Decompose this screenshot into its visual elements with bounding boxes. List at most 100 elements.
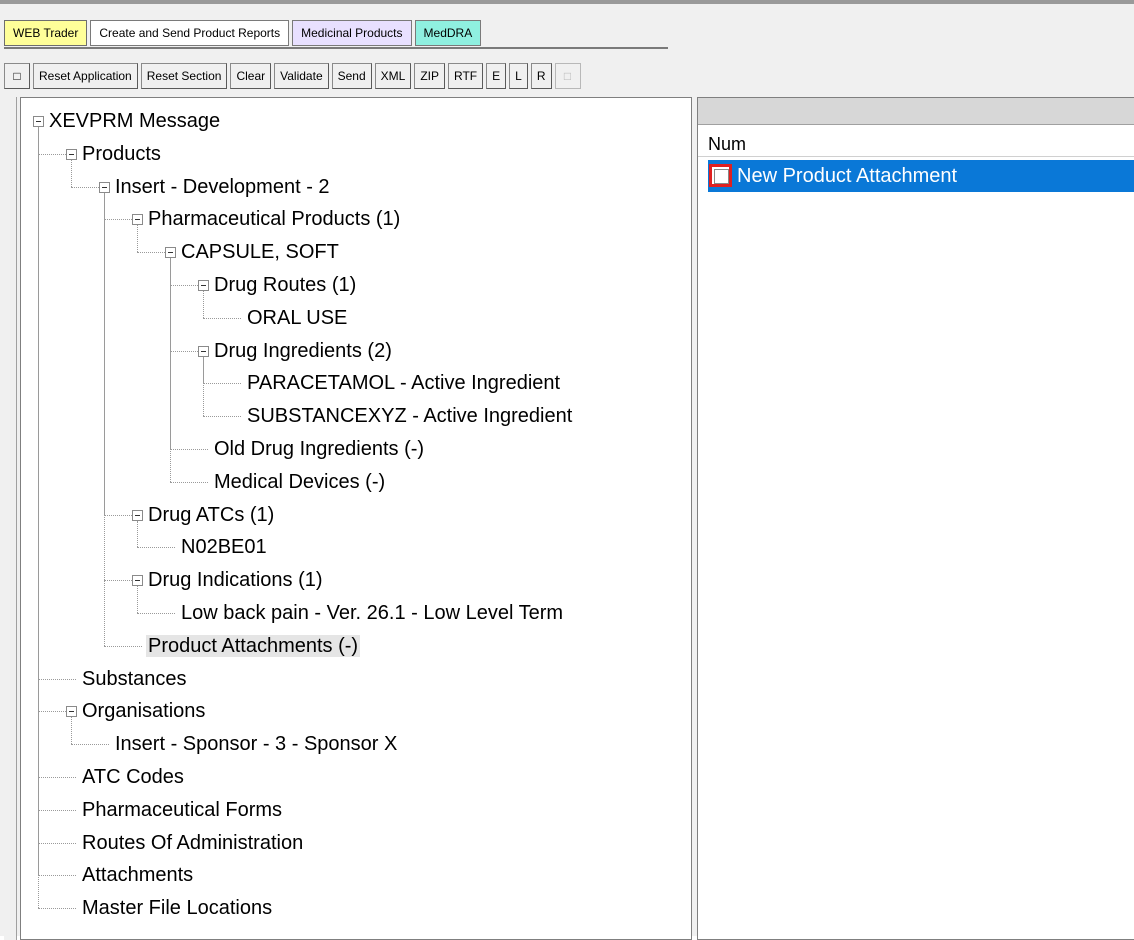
tree-node[interactable]: Pharmaceutical Products (1) — [146, 204, 402, 234]
tree-node[interactable]: Substances — [80, 664, 189, 694]
tree-connector — [203, 383, 241, 385]
tab-meddra[interactable]: MedDRA — [414, 20, 482, 46]
tree-node-label: ATC Codes — [82, 766, 184, 788]
tree-connector — [104, 514, 132, 516]
tree-connector — [38, 842, 76, 844]
tree-connector — [71, 159, 72, 187]
tree-node[interactable]: Insert - Sponsor - 3 - Sponsor X — [113, 729, 399, 759]
tree-node-label: PARACETAMOL - Active Ingredient — [247, 372, 561, 395]
tree-node[interactable]: Low back pain - Ver. 26.1 - Low Level Te… — [179, 598, 565, 628]
tree-node-label: Drug Ingredients (2) — [214, 339, 392, 362]
l-button[interactable]: L — [509, 63, 528, 89]
collapse-toggle-icon[interactable] — [165, 247, 176, 259]
tree-node[interactable]: N02BE01 — [179, 532, 269, 562]
zip-button[interactable]: ZIP — [414, 63, 446, 89]
tree-connector — [170, 258, 171, 482]
tree-connector — [71, 186, 99, 188]
tree-node[interactable]: Products — [80, 139, 163, 169]
tree-node[interactable]: SUBSTANCEXYZ - Active Ingredient — [245, 401, 574, 431]
tree-node[interactable]: Attachments — [80, 860, 195, 890]
validate-button[interactable]: Validate — [274, 63, 329, 89]
list-item-label: New Product Attachment — [737, 165, 958, 187]
tree-connector — [38, 908, 76, 910]
tree-node[interactable]: ATC Codes — [80, 762, 186, 792]
collapse-toggle-icon[interactable] — [132, 509, 143, 521]
message-tree: XEVPRM Message Products Insert - Developme… — [20, 97, 692, 940]
tree-connector — [71, 717, 72, 745]
tree-connector — [104, 580, 132, 582]
tree-node[interactable]: Master File Locations — [80, 893, 274, 923]
collapse-toggle-icon[interactable] — [66, 706, 77, 718]
xml-button[interactable]: XML — [374, 63, 412, 89]
disabled-square-button[interactable]: □ — [554, 63, 581, 89]
tree-node-label: Master File Locations — [82, 897, 273, 920]
tree-node[interactable]: XEVPRM Message — [47, 106, 222, 136]
tree-connector — [137, 520, 138, 548]
tree-connector — [203, 356, 204, 417]
tree-node[interactable]: Medical Devices (-) — [212, 467, 387, 497]
list-item[interactable]: New Product Attachment — [708, 160, 1134, 192]
tree-node-label: Attachments — [82, 864, 194, 887]
tree-node[interactable]: Routes Of Administration — [80, 828, 305, 858]
tree-node[interactable]: Organisations — [80, 696, 207, 726]
tree-connector — [104, 192, 105, 646]
tree-connector — [137, 252, 165, 254]
tree-node[interactable]: PARACETAMOL - Active Ingredient — [245, 368, 562, 398]
tree-node[interactable]: Drug Routes (1) — [212, 270, 358, 300]
tree-node-label: Medical Devices (-) — [214, 470, 386, 493]
collapse-toggle-icon[interactable] — [99, 181, 110, 193]
tab-medicinal-products[interactable]: Medicinal Products — [292, 20, 412, 46]
tree-node[interactable]: Drug ATCs (1) — [146, 500, 276, 530]
e-button[interactable]: E — [486, 63, 507, 89]
tree-node-label: Product Attachments (-) — [146, 634, 361, 657]
tree-connector — [170, 449, 208, 450]
tree-node-label: Insert - Sponsor - 3 - Sponsor X — [115, 733, 398, 756]
collapse-toggle-icon[interactable] — [132, 575, 143, 587]
tree-node[interactable]: Product Attachments (-) — [146, 631, 361, 661]
detail-toolbar-strip — [698, 98, 1134, 125]
tree-node[interactable]: Pharmaceutical Forms — [80, 795, 284, 825]
tab-web-trader[interactable]: WEB Trader — [4, 20, 88, 46]
tree-connector — [38, 875, 76, 877]
collapse-toggle-icon[interactable] — [132, 214, 143, 226]
toolbar-checkbox-button[interactable]: □ — [4, 63, 30, 89]
reset-application-button[interactable]: Reset Application — [33, 63, 138, 89]
collapse-toggle-icon[interactable] — [33, 116, 44, 127]
detail-list-panel: Num New Product Attachment — [697, 97, 1134, 940]
send-button[interactable]: Send — [331, 63, 372, 89]
r-button[interactable]: R — [530, 63, 552, 89]
tree-connector — [170, 350, 198, 352]
tree-node-label: Insert - Development - 2 — [115, 175, 330, 198]
tree-node[interactable]: CAPSULE, SOFT — [179, 237, 341, 267]
tree-node-label: N02BE01 — [181, 536, 267, 559]
collapse-toggle-icon[interactable] — [198, 345, 209, 357]
tree-node[interactable]: Drug Indications (1) — [146, 565, 325, 595]
tree-node-label: Substances — [82, 667, 187, 690]
tree-node[interactable]: Drug Ingredients (2) — [212, 336, 394, 366]
tree-node[interactable]: Insert - Development - 2 — [113, 172, 332, 202]
row-checkbox[interactable] — [709, 164, 732, 187]
tab-create-send-reports[interactable]: Create and Send Product Reports — [90, 20, 290, 46]
tab-divider — [4, 47, 668, 49]
tree-node-label: Pharmaceutical Products (1) — [148, 208, 401, 231]
tree-connector — [71, 744, 109, 746]
tree-connector — [38, 153, 66, 155]
tree-connector — [203, 317, 241, 319]
tree-node-label: Drug ATCs (1) — [148, 503, 275, 526]
collapse-toggle-icon[interactable] — [198, 280, 209, 291]
tree-connector — [104, 645, 142, 647]
left-splitter[interactable] — [4, 97, 17, 940]
tree-connector — [137, 225, 138, 253]
tree-node-label: Drug Indications (1) — [148, 569, 323, 592]
clear-button[interactable]: Clear — [230, 63, 272, 89]
reset-section-button[interactable]: Reset Section — [140, 63, 228, 89]
tree-node[interactable]: Old Drug Ingredients (-) — [212, 434, 426, 464]
tree-node-label: Drug Routes (1) — [214, 274, 357, 296]
collapse-toggle-icon[interactable] — [66, 148, 77, 160]
tree-connector — [38, 777, 76, 778]
rtf-button[interactable]: RTF — [448, 63, 484, 89]
column-header-num[interactable]: Num — [698, 131, 1134, 157]
tree-connector — [137, 547, 175, 549]
tree-node[interactable]: ORAL USE — [245, 303, 349, 333]
tree-connector — [137, 586, 138, 613]
